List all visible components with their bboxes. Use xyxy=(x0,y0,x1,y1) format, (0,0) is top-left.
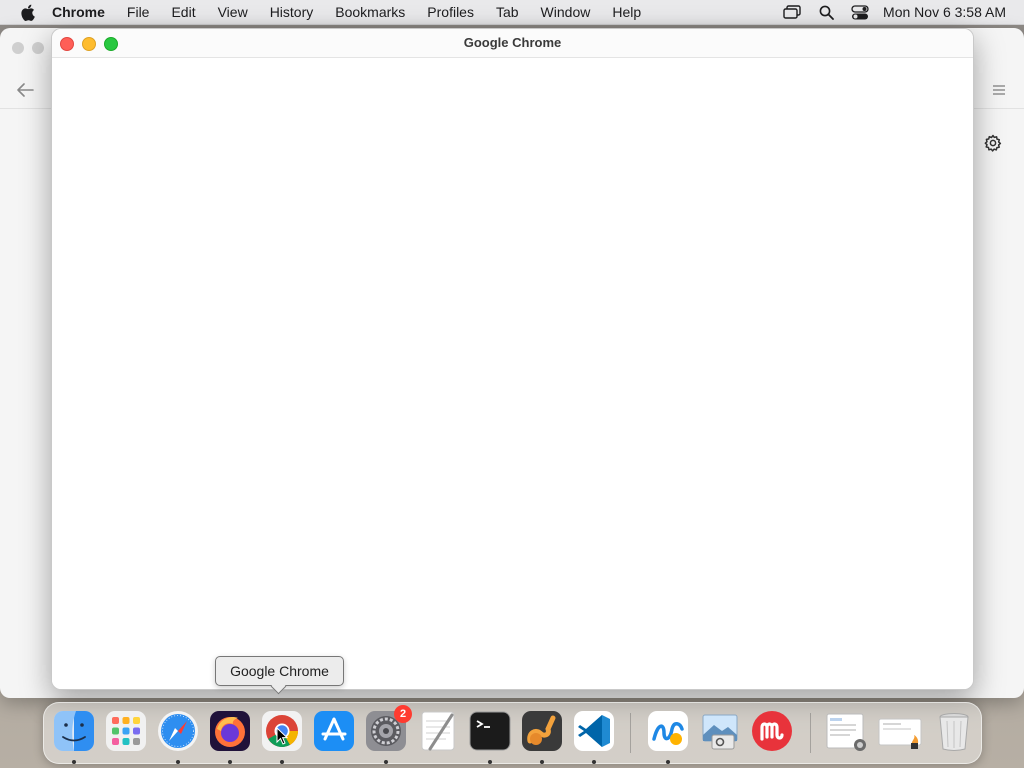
apple-menu-icon[interactable] xyxy=(16,4,38,21)
dock-item-trash[interactable] xyxy=(932,709,976,753)
dock-item-finder[interactable] xyxy=(52,709,96,764)
dock-item-app-store[interactable] xyxy=(312,709,356,753)
terminal-icon xyxy=(469,711,511,751)
background-window-controls xyxy=(12,42,44,54)
dock-divider xyxy=(630,713,631,753)
dock-item-preview[interactable] xyxy=(698,709,742,753)
dock: 2 xyxy=(43,702,982,764)
running-indicator xyxy=(592,760,596,764)
list-menu-icon[interactable] xyxy=(988,80,1010,100)
menu-profiles[interactable]: Profiles xyxy=(416,0,485,24)
menu-bookmarks[interactable]: Bookmarks xyxy=(324,0,416,24)
running-indicator xyxy=(384,760,388,764)
menu-bar: Chrome File Edit View History Bookmarks … xyxy=(0,0,1024,25)
dock-item-system-settings[interactable]: 2 xyxy=(364,705,412,764)
documents-stack-icon xyxy=(878,718,922,749)
instruments-icon xyxy=(522,711,562,751)
spotlight-search-icon[interactable] xyxy=(809,0,843,24)
preview-icon xyxy=(702,714,738,750)
running-indicator xyxy=(666,760,670,764)
window-title-bar[interactable]: Google Chrome xyxy=(52,29,973,58)
running-indicator xyxy=(176,760,180,764)
menu-help[interactable]: Help xyxy=(601,0,652,24)
dock-item-safari[interactable] xyxy=(156,709,200,764)
freeform-icon xyxy=(648,711,688,751)
launchpad-icon xyxy=(106,711,146,751)
window-content xyxy=(52,58,973,689)
menu-window[interactable]: Window xyxy=(530,0,602,24)
back-arrow-icon[interactable] xyxy=(14,80,36,100)
dock-divider xyxy=(810,713,811,753)
firefox-icon xyxy=(210,711,250,751)
mastodon-icon xyxy=(752,711,792,751)
textedit-icon xyxy=(421,711,455,751)
safari-icon xyxy=(158,711,198,751)
dock-tooltip: Google Chrome xyxy=(215,656,344,686)
finder-icon xyxy=(54,711,94,751)
menu-edit[interactable]: Edit xyxy=(160,0,206,24)
chrome-window: Google Chrome xyxy=(51,28,974,690)
menu-view[interactable]: View xyxy=(207,0,259,24)
running-indicator xyxy=(280,760,284,764)
downloads-stack-icon xyxy=(826,713,866,751)
dock-item-firefox[interactable] xyxy=(208,709,252,764)
running-indicator xyxy=(488,760,492,764)
running-indicator xyxy=(228,760,232,764)
running-indicator xyxy=(72,760,76,764)
control-center-icon[interactable] xyxy=(843,0,877,24)
dock-item-launchpad[interactable] xyxy=(104,709,148,753)
menu-app-name[interactable]: Chrome xyxy=(52,0,116,24)
menu-file[interactable]: File xyxy=(116,0,161,24)
dock-item-downloads-stack[interactable] xyxy=(824,709,868,753)
dock-item-mastodon[interactable] xyxy=(750,709,794,753)
menu-bar-clock[interactable]: Mon Nov 6 3:58 AM xyxy=(883,4,1006,20)
inactive-minimize-button[interactable] xyxy=(32,42,44,54)
app-store-icon xyxy=(314,711,354,751)
dock-item-freeform[interactable] xyxy=(646,709,690,764)
gear-icon[interactable] xyxy=(982,132,1004,154)
inactive-close-button[interactable] xyxy=(12,42,24,54)
dock-item-vscode[interactable] xyxy=(572,709,616,764)
vscode-icon xyxy=(574,711,614,751)
dock-item-instruments[interactable] xyxy=(520,709,564,764)
notification-badge: 2 xyxy=(394,705,412,723)
window-title: Google Chrome xyxy=(463,35,562,50)
mouse-cursor-icon xyxy=(276,726,289,745)
menu-tab[interactable]: Tab xyxy=(485,0,530,24)
menu-history[interactable]: History xyxy=(259,0,325,24)
dock-item-textedit[interactable] xyxy=(416,709,460,753)
trash-icon xyxy=(939,713,969,751)
dock-item-documents-stack[interactable] xyxy=(878,709,922,753)
screen-mirroring-icon[interactable] xyxy=(775,0,809,24)
dock-item-terminal[interactable] xyxy=(468,709,512,764)
running-indicator xyxy=(540,760,544,764)
